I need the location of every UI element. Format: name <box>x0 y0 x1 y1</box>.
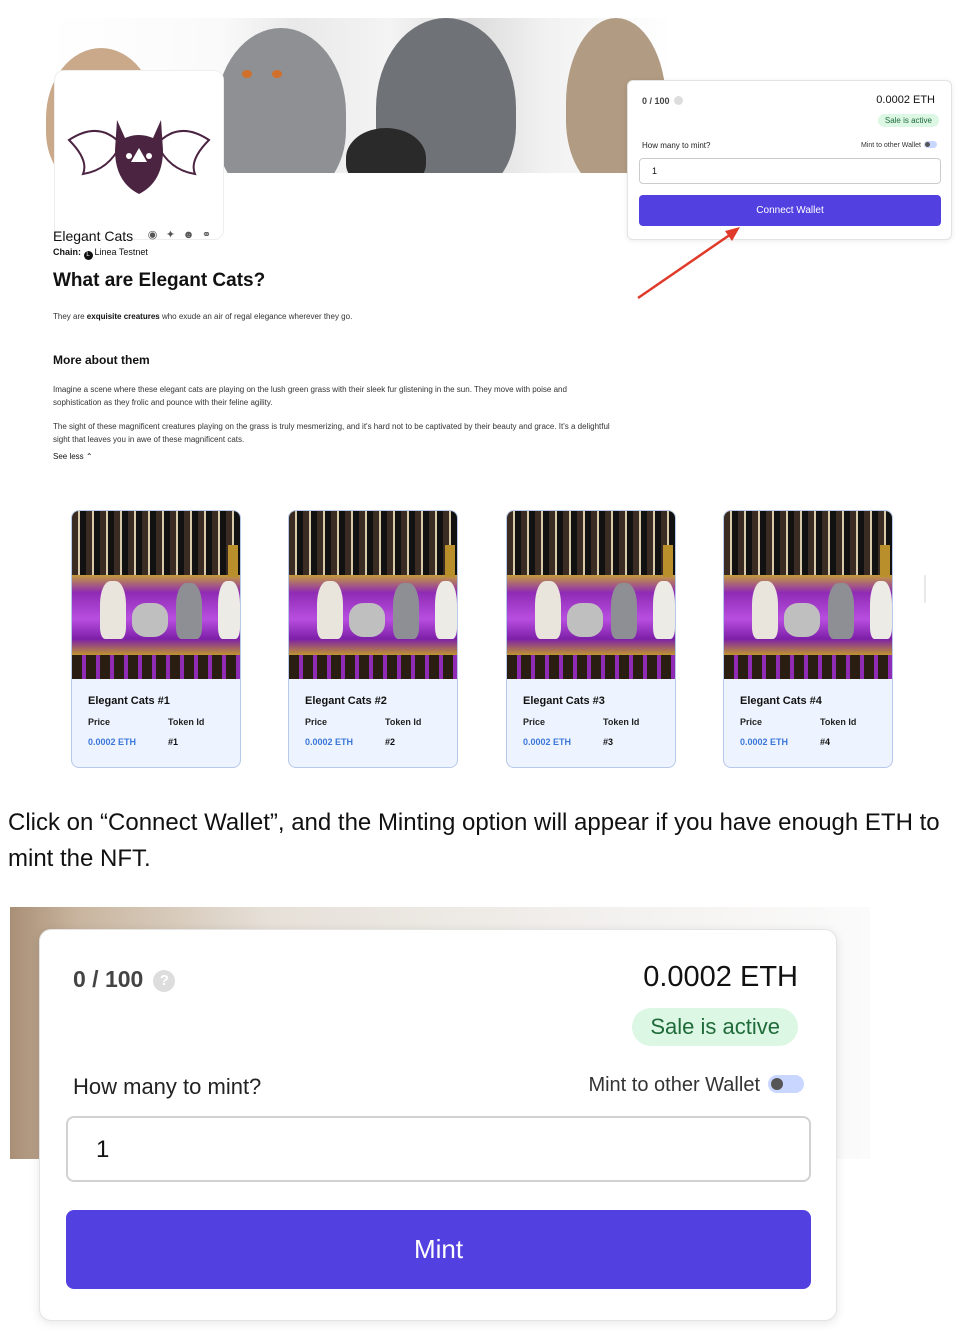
nft-title: Elegant Cats #2 <box>305 695 387 707</box>
mint-to-other-wallet-toggle[interactable] <box>924 141 937 148</box>
about-paragraph: Imagine a scene where these elegant cats… <box>53 385 567 407</box>
nft-title: Elegant Cats #3 <box>523 695 605 707</box>
mint-supply: 0 / 100? <box>73 966 176 993</box>
quantity-label: How many to mint? <box>73 1074 262 1099</box>
nft-token-id: #4 <box>820 737 831 747</box>
banner-cat-eye <box>272 70 282 78</box>
nft-image <box>507 511 675 679</box>
nft-token-id: #2 <box>385 737 396 747</box>
price-label: Price <box>740 717 763 727</box>
link-icon[interactable]: ⚭ <box>200 229 213 242</box>
linea-chain-icon: L <box>83 251 93 260</box>
more-heading: More about them <box>53 353 150 367</box>
banner-cat-image <box>216 28 346 173</box>
banner-cat-eye <box>242 70 252 78</box>
price-label: Price <box>88 717 111 727</box>
nft-card[interactable]: Elegant Cats #3 Price 0.0002 ETH Token Id… <box>506 510 676 768</box>
nft-card[interactable]: Elegant Cats #4 Price 0.0002 ETH Token Id… <box>723 510 893 768</box>
about-heading: What are Elegant Cats? <box>53 270 266 291</box>
nft-title: Elegant Cats #1 <box>88 695 170 707</box>
nft-image <box>289 511 457 679</box>
nft-token-id: #3 <box>603 737 614 747</box>
social-links: ◉ ✦ ☻ ⚭ <box>146 229 213 242</box>
red-arrow-annotation <box>637 227 740 300</box>
carousel-scroll-hint[interactable] <box>924 575 926 603</box>
nft-price: 0.0002 ETH <box>523 737 572 747</box>
mint-to-other-wallet[interactable]: Mint to other Wallet <box>861 141 937 149</box>
collection-logo <box>54 70 224 240</box>
nft-image <box>724 511 892 679</box>
nft-price: 0.0002 ETH <box>305 737 354 747</box>
nft-price: 0.0002 ETH <box>740 737 789 747</box>
nft-price: 0.0002 ETH <box>88 737 137 747</box>
nft-token-id: #1 <box>168 737 179 747</box>
mint-card: 0 / 100 0.0002 ETH Sale is active How ma… <box>627 80 952 240</box>
see-less-toggle[interactable]: See less ⌃ <box>53 452 93 461</box>
mint-button[interactable]: Mint <box>66 1210 811 1289</box>
mint-price: 0.0002 ETH <box>643 961 798 993</box>
discord-icon[interactable]: ☻ <box>182 229 195 242</box>
quantity-label: How many to mint? <box>642 141 711 150</box>
sale-status-badge: Sale is active <box>877 114 939 127</box>
quantity-input[interactable]: 1 <box>66 1116 811 1182</box>
token-id-label: Token Id <box>820 717 857 727</box>
help-icon[interactable]: ? <box>153 970 176 992</box>
collection-name: Elegant Cats <box>53 228 134 244</box>
chevron-up-icon: ⌃ <box>85 452 93 461</box>
token-id-label: Token Id <box>603 717 640 727</box>
help-icon[interactable] <box>673 96 683 105</box>
nft-title: Elegant Cats #4 <box>740 695 822 707</box>
token-id-label: Token Id <box>168 717 205 727</box>
quantity-input[interactable]: 1 <box>639 158 941 184</box>
nft-card[interactable]: Elegant Cats #1 Price 0.0002 ETH Token Id… <box>71 510 241 768</box>
mint-price: 0.0002 ETH <box>876 94 935 106</box>
chain-info: Chain: L Linea Testnet <box>53 247 148 260</box>
about-paragraph: The sight of these magnificent creatures… <box>53 422 610 444</box>
opensea-icon[interactable]: ◉ <box>146 229 159 242</box>
price-label: Price <box>523 717 546 727</box>
nft-image <box>72 511 240 679</box>
sale-status-badge: Sale is active <box>632 1008 798 1046</box>
winged-cat-logo-icon <box>67 120 211 194</box>
nft-card[interactable]: Elegant Cats #2 Price 0.0002 ETH Token Id… <box>288 510 458 768</box>
instruction-caption: Click on “Connect Wallet”, and the Minti… <box>8 809 940 872</box>
about-intro: They are exquisite creatures who exude a… <box>53 312 353 321</box>
mint-to-other-wallet-toggle[interactable] <box>768 1075 804 1093</box>
price-label: Price <box>305 717 328 727</box>
collection-page-screenshot: 0 / 100 0.0002 ETH Sale is active How ma… <box>0 0 974 780</box>
zoomed-mint-card: 0 / 100? 0.0002 ETH Sale is active How m… <box>39 929 837 1321</box>
mint-supply: 0 / 100 <box>642 96 683 106</box>
twitter-icon[interactable]: ✦ <box>164 229 177 242</box>
mint-to-other-wallet[interactable]: Mint to other Wallet <box>588 1074 804 1097</box>
token-id-label: Token Id <box>385 717 422 727</box>
